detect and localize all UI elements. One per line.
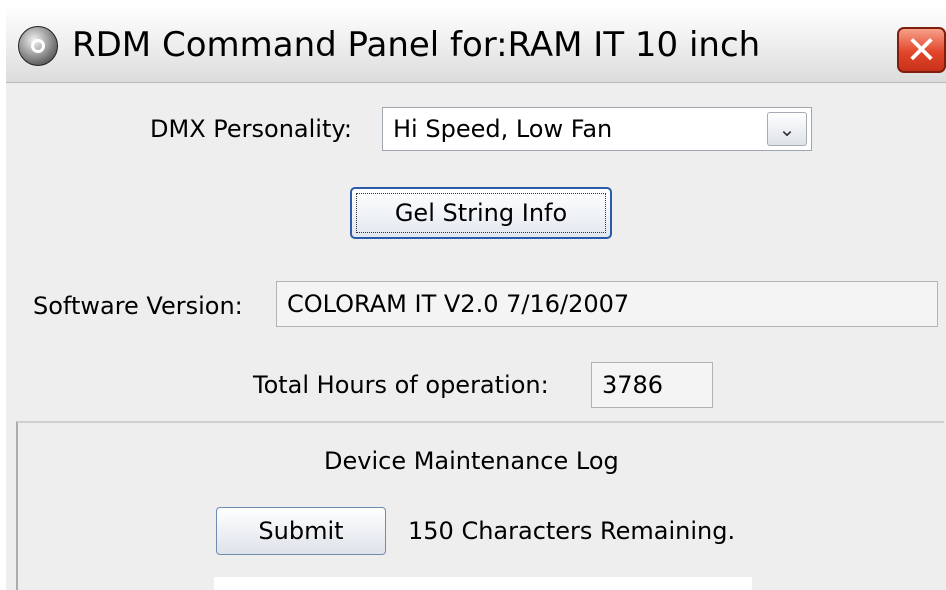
maintenance-log-panel: Device Maintenance Log Submit 150 Charac… xyxy=(16,421,944,590)
close-icon: ✕ xyxy=(905,28,938,72)
maintenance-log-title: Device Maintenance Log xyxy=(324,447,619,475)
gel-string-info-button[interactable]: Gel String Info xyxy=(350,187,612,239)
maintenance-log-textarea[interactable] xyxy=(214,577,752,590)
dmx-personality-label: DMX Personality: xyxy=(150,115,352,143)
close-button[interactable]: ✕ xyxy=(897,27,946,73)
total-hours-field: 3786 xyxy=(591,362,713,408)
characters-remaining-text: 150 Characters Remaining. xyxy=(408,517,736,545)
chevron-down-icon: ⌄ xyxy=(778,117,796,141)
window-title: RDM Command Panel for:RAM IT 10 inch xyxy=(72,25,761,65)
title-bar[interactable]: RDM Command Panel for:RAM IT 10 inch ✕ xyxy=(6,6,946,83)
software-version-field: COLORAM IT V2.0 7/16/2007 xyxy=(276,281,938,327)
dropdown-arrow-button[interactable]: ⌄ xyxy=(767,112,807,146)
command-panel-content: DMX Personality: Hi Speed, Low Fan ⌄ Gel… xyxy=(6,83,946,590)
software-version-label: Software Version: xyxy=(33,292,243,320)
submit-button[interactable]: Submit xyxy=(216,507,386,555)
app-globe-icon xyxy=(18,26,58,66)
dmx-personality-value: Hi Speed, Low Fan xyxy=(393,115,613,143)
dmx-personality-select[interactable]: Hi Speed, Low Fan ⌄ xyxy=(382,107,812,151)
rdm-command-window: RDM Command Panel for:RAM IT 10 inch ✕ D… xyxy=(0,0,946,590)
total-hours-label: Total Hours of operation: xyxy=(253,371,549,399)
